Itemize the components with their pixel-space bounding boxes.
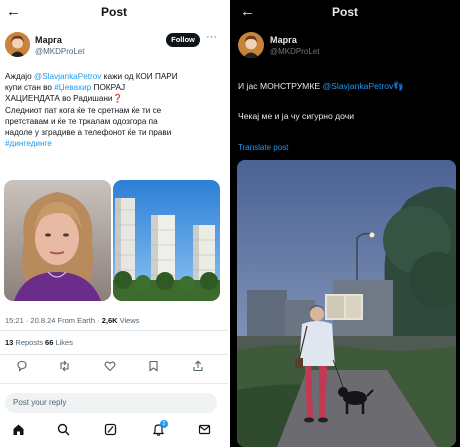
tweet-line: купи стан во #Џевахир ПОКРАЈ [5, 82, 223, 93]
light-post-panel: ← Post Марга @MKDProLet Follow ··· Аждај… [0, 0, 228, 447]
action-bar [0, 360, 228, 378]
tweet-line: И јас МОНСТРУМКЕ @SlavjankaPetrov👣 [238, 80, 456, 92]
views-label: Views [117, 316, 140, 325]
tweet-text-part: ПОКРАЈ [91, 83, 126, 93]
author-name[interactable]: Марга [35, 35, 62, 45]
top-bar: ← Post [0, 0, 228, 26]
tweet-line: Аждајо @SlavjankaPetrov кажи од КОИ ПАРИ [5, 71, 223, 82]
share-icon[interactable] [192, 360, 204, 372]
bookmark-icon[interactable] [148, 360, 159, 372]
avatar[interactable] [5, 32, 30, 57]
home-icon[interactable] [12, 423, 25, 436]
author-name[interactable]: Марга [270, 35, 297, 45]
tweet-text: Аждајо @SlavjankaPetrov кажи од КОИ ПАРИ… [5, 71, 223, 149]
tweet-text-part: купи стан во [5, 83, 55, 93]
reply-icon[interactable] [16, 360, 28, 372]
messages-icon[interactable] [198, 423, 211, 436]
tweet-line: надоле у зградиве а телефонот ќе ти прав… [5, 128, 172, 138]
dark-post-panel: ← Post Марга @MKDProLet И јас МОНСТРУМКЕ… [230, 0, 460, 447]
tweet-line: ХАЦИЕНДАТА во Радишани❓ [5, 93, 223, 104]
page-title: Post [331, 5, 358, 19]
tweet-text-part: Аждајо [5, 72, 34, 81]
translate-post-link[interactable]: Translate post [238, 143, 288, 152]
likes-label[interactable]: Likes [53, 338, 73, 347]
timestamp: 15:21 · 20.8.24 From Earth · [5, 316, 102, 325]
mention-link[interactable]: @SlavjankaPetrov [34, 72, 101, 81]
media-image-portrait[interactable] [4, 180, 111, 301]
post-stats: 13 Reposts 66 Likes [5, 338, 73, 347]
divider [0, 354, 228, 355]
media-image-evening-walk[interactable] [237, 160, 456, 447]
mention-link[interactable]: @SlavjankaPetrov [322, 81, 393, 91]
tweet-text-part: И јас МОНСТРУМКЕ [238, 81, 323, 91]
page-title: Post [100, 5, 127, 19]
tweet-line: #дингединге [5, 138, 223, 149]
tweet-line: Чекај ме и ја чу сигурно дочи [238, 111, 355, 121]
media-image-towers[interactable] [113, 180, 220, 301]
divider [0, 383, 228, 384]
more-options-icon[interactable]: ··· [206, 31, 217, 43]
notification-badge: 2 [160, 420, 168, 428]
post-meta: 15:21 · 20.8.24 From Earth · 2,6K Views [5, 316, 140, 325]
tweet-text: И јас МОНСТРУМКЕ @SlavjankaPetrov👣 Чекај… [238, 80, 456, 122]
repost-icon[interactable] [58, 360, 71, 372]
question-mark-icon: ❓ [112, 94, 123, 104]
avatar[interactable] [238, 32, 264, 58]
views-count: 2,6K [101, 316, 118, 325]
tweet-line: претставам и ќе те тркалам одозгора па [5, 116, 158, 126]
divider [0, 330, 228, 331]
screenshot-collage: ← Post Марга @MKDProLet Follow ··· Аждај… [0, 0, 460, 447]
hashtag-link[interactable]: #дингединге [5, 139, 52, 148]
search-icon[interactable] [57, 423, 70, 436]
footprints-emoji: 👣 [393, 81, 404, 91]
like-icon[interactable] [104, 360, 116, 372]
tweet-line: Следниот пат кога ќе те сретнам ќе ти се [5, 105, 162, 115]
author-handle[interactable]: @MKDProLet [270, 47, 319, 56]
bottom-nav: 2 [0, 420, 228, 443]
reply-input[interactable]: Post your reply [5, 393, 217, 413]
author-handle[interactable]: @MKDProLet [35, 47, 84, 56]
grok-icon[interactable] [104, 423, 117, 436]
tweet-text-part: кажи од КОИ ПАРИ [101, 72, 178, 81]
hashtag-link[interactable]: #Џевахир [54, 83, 91, 92]
reposts-label[interactable]: Reposts [13, 338, 45, 347]
tweet-text-part: ХАЦИЕНДАТА во Радишани [5, 94, 113, 104]
follow-button[interactable]: Follow [166, 33, 200, 47]
